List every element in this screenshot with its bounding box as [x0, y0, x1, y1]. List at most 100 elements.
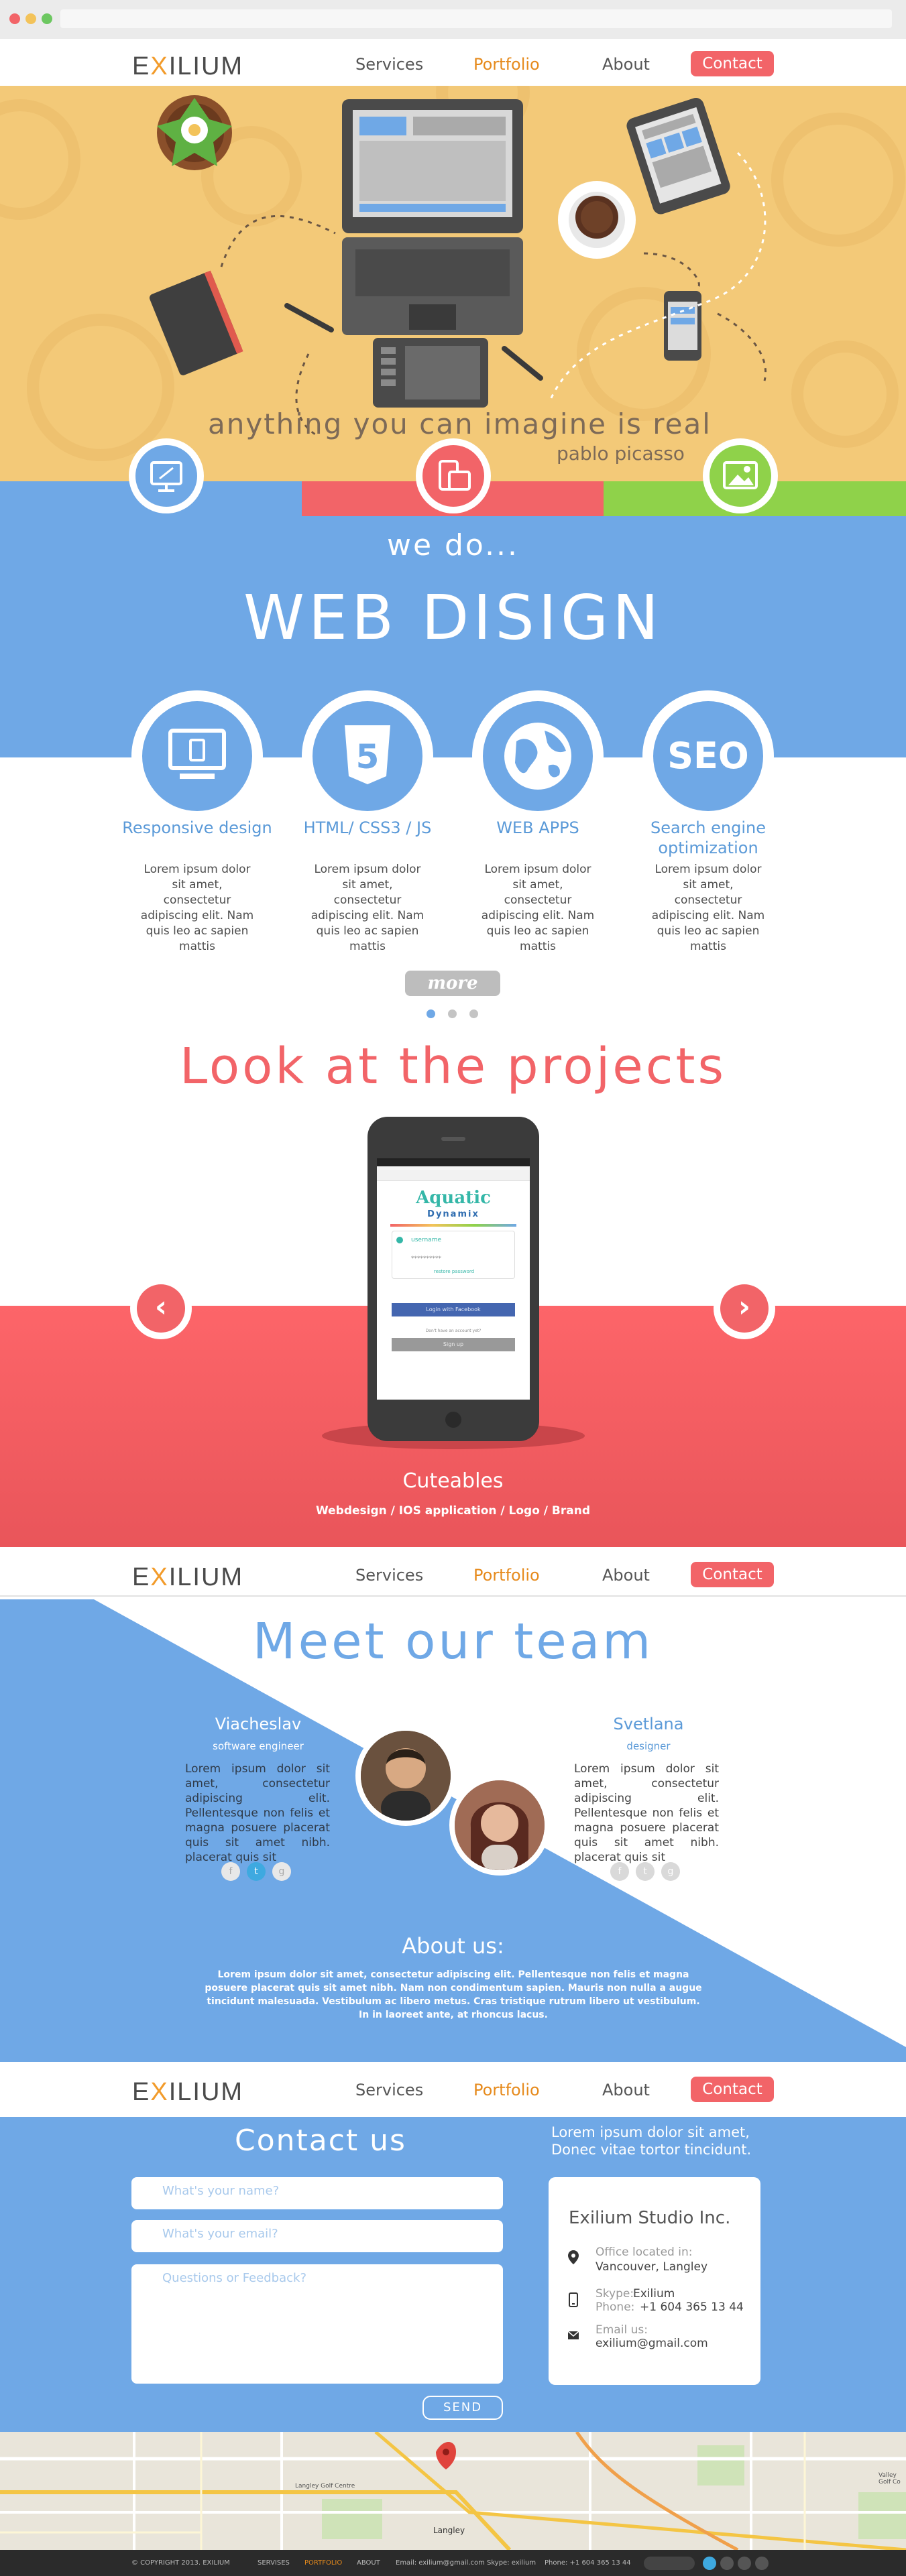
member-name: Viacheslav [215, 1715, 302, 1733]
service-title: Search engine optimization [650, 818, 766, 857]
tablet-icon [626, 98, 730, 214]
pagination-dot[interactable] [448, 1009, 457, 1018]
facebook-icon[interactable]: f [610, 1862, 629, 1881]
services-intro: we do... [386, 528, 520, 562]
logo[interactable]: EXILIUM [132, 1563, 243, 1592]
svg-text:SEO: SEO [667, 735, 749, 777]
section-navigation: EXILIUM Services Portfolio About Contact [0, 1551, 906, 1597]
globe-icon [504, 723, 571, 790]
service-description: Lorem ipsum dolor sit amet, consectetur … [651, 863, 765, 953]
nav-link-services[interactable]: Services [355, 1566, 423, 1585]
chevron-right-icon: › [720, 1284, 769, 1333]
nav-link-services[interactable]: Services [355, 55, 423, 74]
chevron-left-icon: ‹ [137, 1284, 185, 1333]
nav-link-services[interactable]: Services [355, 2081, 423, 2099]
rss-icon[interactable] [755, 2557, 769, 2570]
nav-contact-button[interactable]: Contact [691, 1562, 774, 1587]
nav-contact-button[interactable]: Contact [691, 2077, 774, 2102]
about-title: About us: [402, 1933, 504, 1959]
app-facebook-button: Login with Facebook [392, 1303, 515, 1316]
location-pin-icon [568, 2250, 579, 2264]
google-plus-icon[interactable] [738, 2557, 751, 2570]
office-location: Vancouver, Langley [596, 2260, 708, 2274]
about-text: Lorem ipsum dolor sit amet, consectetur … [205, 1969, 702, 2020]
avatar [449, 1775, 550, 1876]
nav-link-portfolio[interactable]: Portfolio [473, 55, 540, 74]
member-bio: Lorem ipsum dolor sit amet, consectetur … [574, 1762, 719, 1864]
email-address[interactable]: exilium@gmail.com [596, 2337, 708, 2350]
feedback-textarea[interactable]: Questions or Feedback? [131, 2264, 503, 2384]
picture-icon [723, 461, 758, 489]
contact-title: Contact us [235, 2124, 406, 2158]
nav-link-about[interactable]: About [602, 1566, 650, 1585]
footer-link-services[interactable]: SERVISES [258, 2559, 290, 2567]
pagination-dot[interactable] [469, 1009, 478, 1018]
google-plus-icon[interactable]: g [272, 1862, 291, 1881]
service-description: Lorem ipsum dolor sit amet, consectetur … [481, 863, 595, 953]
service-description: Lorem ipsum dolor sit amet, consectetur … [140, 863, 254, 953]
address-bar[interactable] [60, 9, 892, 28]
app-signup-button: Sign up [392, 1338, 515, 1351]
notebook-icon [149, 270, 243, 375]
next-project-button[interactable]: › [714, 1278, 775, 1339]
name-input[interactable]: What's your name? [131, 2177, 503, 2209]
monitor-category-button[interactable] [129, 438, 204, 513]
footer-phone: Phone: +1 604 365 13 44 [545, 2559, 631, 2567]
prev-project-button[interactable]: ‹ [130, 1278, 192, 1339]
contact-tagline: Lorem ipsum dolor sit amet, Donec vitae … [551, 2124, 752, 2158]
contact-navigation: EXILIUM Services Portfolio About Contact [0, 2066, 906, 2111]
plant-icon [157, 95, 232, 170]
person-avatar-icon [455, 1780, 545, 1870]
logo[interactable]: EXILIUM [132, 52, 243, 81]
service-title: Responsive design [122, 818, 272, 837]
image-category-button[interactable] [703, 438, 778, 513]
nav-link-about[interactable]: About [602, 55, 650, 74]
phone-number: +1 604 365 13 44 [640, 2301, 744, 2314]
send-button[interactable]: SEND [422, 2396, 503, 2420]
nav-contact-button[interactable]: Contact [691, 51, 774, 76]
twitter-icon[interactable]: t [636, 1862, 655, 1881]
footer-link-portfolio[interactable]: PORTFOLIO [304, 2559, 342, 2567]
seo-icon: SEO [667, 735, 749, 777]
minimize-window-icon[interactable] [25, 13, 36, 24]
skype-id: Exilium [633, 2287, 675, 2301]
mail-icon [567, 2331, 579, 2339]
close-window-icon[interactable] [9, 13, 20, 24]
member-bio: Lorem ipsum dolor sit amet, consectetur … [185, 1762, 330, 1864]
devices-category-button[interactable] [416, 438, 491, 513]
toggle-switch[interactable] [644, 2557, 695, 2570]
project-screenshot: Aquatic Dynamix username ********** rest… [377, 1158, 530, 1400]
twitter-icon[interactable] [703, 2557, 716, 2570]
svg-text:5: 5 [356, 737, 380, 776]
nav-link-portfolio[interactable]: Portfolio [473, 1566, 540, 1585]
avatar [355, 1725, 456, 1826]
location-map[interactable]: Langley Langley Golf Centre Valley Golf … [0, 2432, 906, 2550]
project-name: Cuteables [402, 1469, 504, 1493]
maximize-window-icon[interactable] [42, 13, 52, 24]
logo[interactable]: EXILIUM [132, 2078, 243, 2107]
facebook-icon[interactable] [720, 2557, 734, 2570]
copyright: © COPYRIGHT 2013. EXILIUM [131, 2559, 230, 2567]
html5-icon: 5 [345, 725, 390, 784]
footer-email[interactable]: Email: exilium@gmail.com [396, 2559, 485, 2567]
browser-chrome [0, 0, 906, 39]
nav-link-portfolio[interactable]: Portfolio [473, 2081, 540, 2099]
email-input[interactable]: What's your email? [131, 2220, 503, 2252]
twitter-icon[interactable]: t [247, 1862, 266, 1881]
app-username-field: username [411, 1237, 441, 1243]
google-plus-icon[interactable]: g [661, 1862, 680, 1881]
smartphone-icon [664, 291, 701, 361]
laptop-icon [342, 99, 523, 335]
company-name: Exilium Studio Inc. [569, 2208, 731, 2228]
facebook-icon[interactable]: f [221, 1862, 240, 1881]
page: EXILIUM Services Portfolio About Contact [0, 0, 906, 2576]
seo-icon-circle: SEO [642, 690, 774, 822]
hero-quote-author: pablo picasso [557, 442, 685, 465]
nav-link-about[interactable]: About [602, 2081, 650, 2099]
more-button[interactable]: more [405, 971, 500, 996]
app-logo: Aquatic [416, 1188, 491, 1208]
footer-link-about[interactable]: ABOUT [357, 2559, 380, 2567]
footer-skype: Skype: exilium [487, 2559, 536, 2567]
pagination-dot-active[interactable] [427, 1009, 435, 1018]
service-description: Lorem ipsum dolor sit amet, consectetur … [310, 863, 424, 953]
